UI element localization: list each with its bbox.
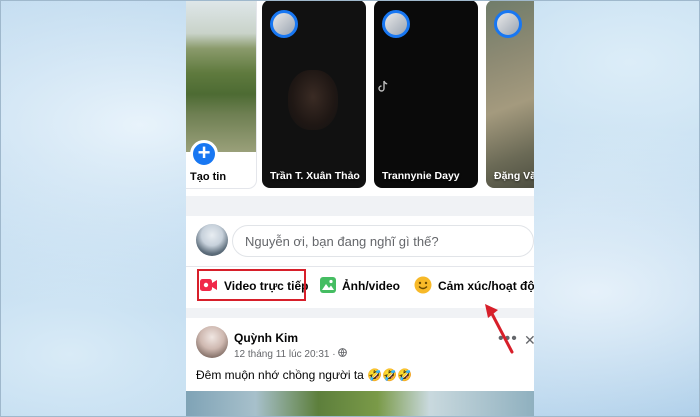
story-author-name: Trannynie Dayy xyxy=(382,170,460,182)
live-video-button[interactable]: Video trực tiếp xyxy=(200,274,309,298)
avatar[interactable] xyxy=(196,326,228,358)
whats-on-your-mind-input[interactable]: Nguyễn ơi, bạn đang nghĩ gì thế? xyxy=(232,225,534,257)
post-image[interactable] xyxy=(186,391,534,417)
story-card[interactable]: Trần T. Xuân Thảo xyxy=(262,0,366,188)
photo-icon xyxy=(320,276,336,296)
avatar xyxy=(494,10,522,38)
avatar xyxy=(382,10,410,38)
feeling-activity-label: Cảm xúc/hoạt động xyxy=(438,279,534,293)
divider xyxy=(186,266,534,267)
create-story-image xyxy=(186,0,256,152)
close-icon[interactable]: ✕ xyxy=(524,332,534,349)
create-story-card[interactable]: + Tạo tin xyxy=(186,0,256,188)
post-composer: Nguyễn ơi, bạn đang nghĩ gì thế? Video t… xyxy=(186,216,534,308)
facebook-feed: + Tạo tin Trần T. Xuân Thảo Trannynie Da… xyxy=(186,0,534,417)
story-preview-image xyxy=(288,70,338,130)
story-card[interactable]: Đặng Văn xyxy=(486,0,534,188)
smiley-icon xyxy=(414,276,432,297)
plus-icon[interactable]: + xyxy=(190,140,218,168)
photo-video-button[interactable]: Ảnh/video xyxy=(320,274,400,298)
tiktok-icon xyxy=(376,80,406,110)
post-text: Đêm muộn nhớ chồng người ta 🤣🤣🤣 xyxy=(196,368,413,382)
story-card[interactable]: Trannynie Dayy xyxy=(374,0,478,188)
post-timestamp-text: 12 tháng 11 lúc 20:31 · xyxy=(234,349,336,360)
video-camera-icon xyxy=(200,278,218,295)
avatar xyxy=(270,10,298,38)
post-timestamp[interactable]: 12 tháng 11 lúc 20:31 · xyxy=(234,348,348,360)
create-story-label: Tạo tin xyxy=(190,171,227,183)
annotation-arrow xyxy=(485,304,514,354)
story-author-name: Trần T. Xuân Thảo xyxy=(270,170,360,182)
story-author-name: Đặng Văn xyxy=(494,170,534,182)
photo-video-label: Ảnh/video xyxy=(342,279,401,293)
stories-tray: + Tạo tin Trần T. Xuân Thảo Trannynie Da… xyxy=(186,0,534,196)
post-author-name[interactable]: Quỳnh Kim xyxy=(234,331,298,345)
feeling-activity-button[interactable]: Cảm xúc/hoạt động xyxy=(414,274,534,298)
live-video-label: Video trực tiếp xyxy=(224,279,309,293)
globe-icon xyxy=(338,348,348,360)
avatar[interactable] xyxy=(196,224,228,256)
